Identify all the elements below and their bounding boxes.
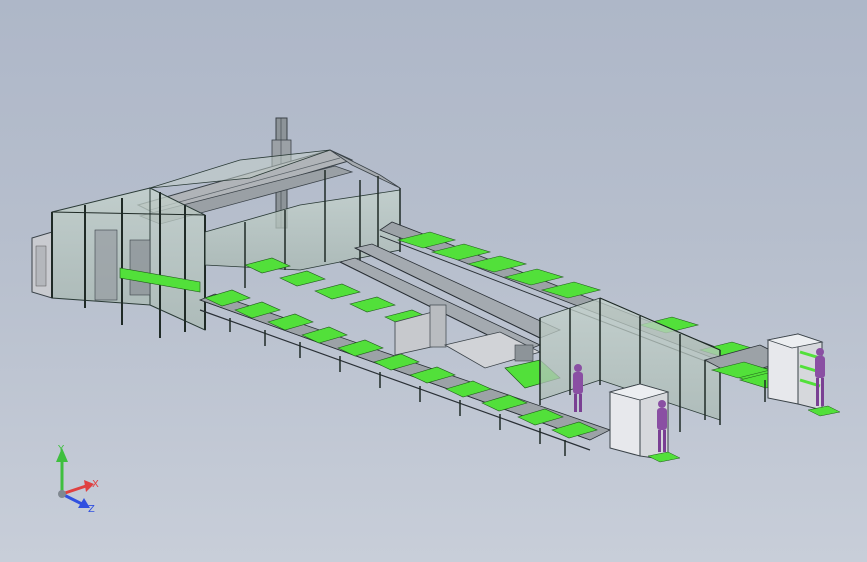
production-line-assembly[interactable] [0, 0, 867, 562]
z-axis-label: Z [88, 504, 95, 515]
coordinate-triad: Y X Z [56, 444, 99, 515]
y-axis-label: Y [57, 444, 65, 455]
triad-origin [58, 490, 66, 498]
storage-cart-right [766, 333, 824, 411]
3d-model-viewport[interactable]: Y X Z [0, 0, 867, 562]
x-axis-label: X [92, 479, 99, 490]
